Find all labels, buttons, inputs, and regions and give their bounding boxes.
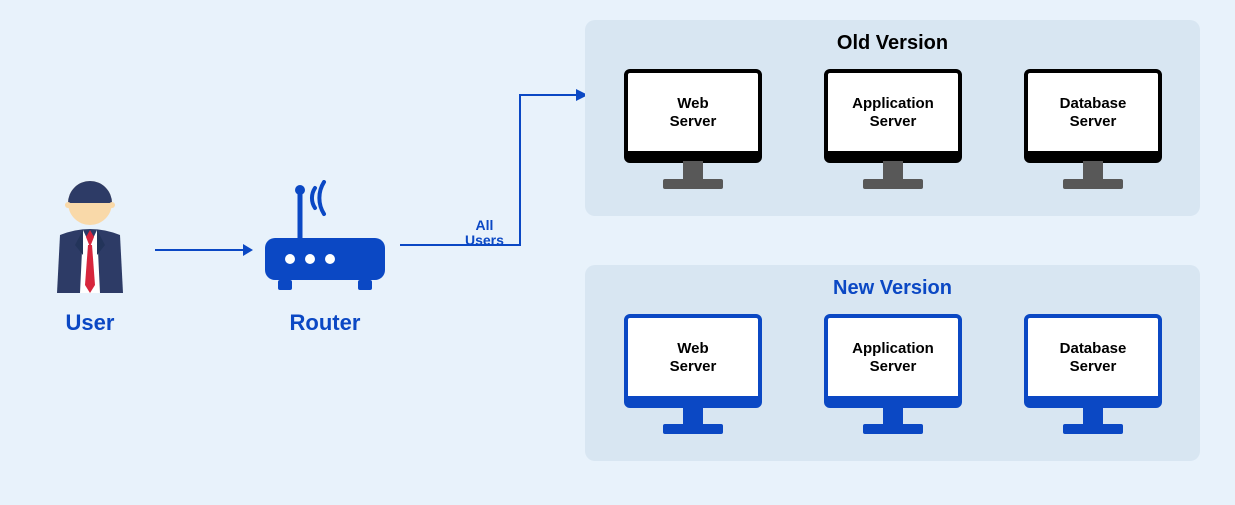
server-old-web: Web Server <box>608 63 778 198</box>
new-version-title: New Version <box>603 277 1182 300</box>
svg-text:Server: Server <box>1069 358 1116 375</box>
svg-text:Server: Server <box>869 358 916 375</box>
svg-text:Database: Database <box>1059 340 1126 357</box>
arrow-user-to-router <box>155 240 255 265</box>
svg-text:Application: Application <box>852 340 934 357</box>
monitor-icon: Web Server <box>608 308 778 438</box>
monitor-icon: Database Server <box>1008 63 1178 193</box>
server-label-line2: Server <box>669 113 716 130</box>
monitor-icon: Application Server <box>808 308 978 438</box>
old-version-title: Old Version <box>603 32 1182 55</box>
svg-text:Application: Application <box>852 95 934 112</box>
edge-label-line1: All <box>476 217 494 233</box>
svg-text:Database: Database <box>1059 95 1126 112</box>
svg-text:Server: Server <box>1069 113 1116 130</box>
svg-text:Web: Web <box>677 340 708 357</box>
router-icon <box>260 180 390 300</box>
old-version-group: Old Version Web Server Application Serve… <box>585 20 1200 216</box>
server-old-app: Application Server <box>808 63 978 198</box>
server-new-web: Web Server <box>608 308 778 443</box>
server-label-line1: Web <box>677 95 708 112</box>
monitor-icon: Web Server <box>608 63 778 193</box>
edge-label-line2: Users <box>465 232 504 248</box>
server-new-db: Database Server <box>1008 308 1178 443</box>
svg-text:Server: Server <box>669 358 716 375</box>
monitor-icon: Application Server <box>808 63 978 193</box>
new-version-group: New Version Web Server Application Serve… <box>585 265 1200 461</box>
monitor-icon: Database Server <box>1008 308 1178 438</box>
user-label: User <box>50 310 130 336</box>
svg-text:Server: Server <box>869 113 916 130</box>
user-icon <box>45 175 135 295</box>
edge-label-all-users: All Users <box>465 218 504 249</box>
server-new-app: Application Server <box>808 308 978 443</box>
router-label: Router <box>275 310 375 336</box>
server-old-db: Database Server <box>1008 63 1178 198</box>
